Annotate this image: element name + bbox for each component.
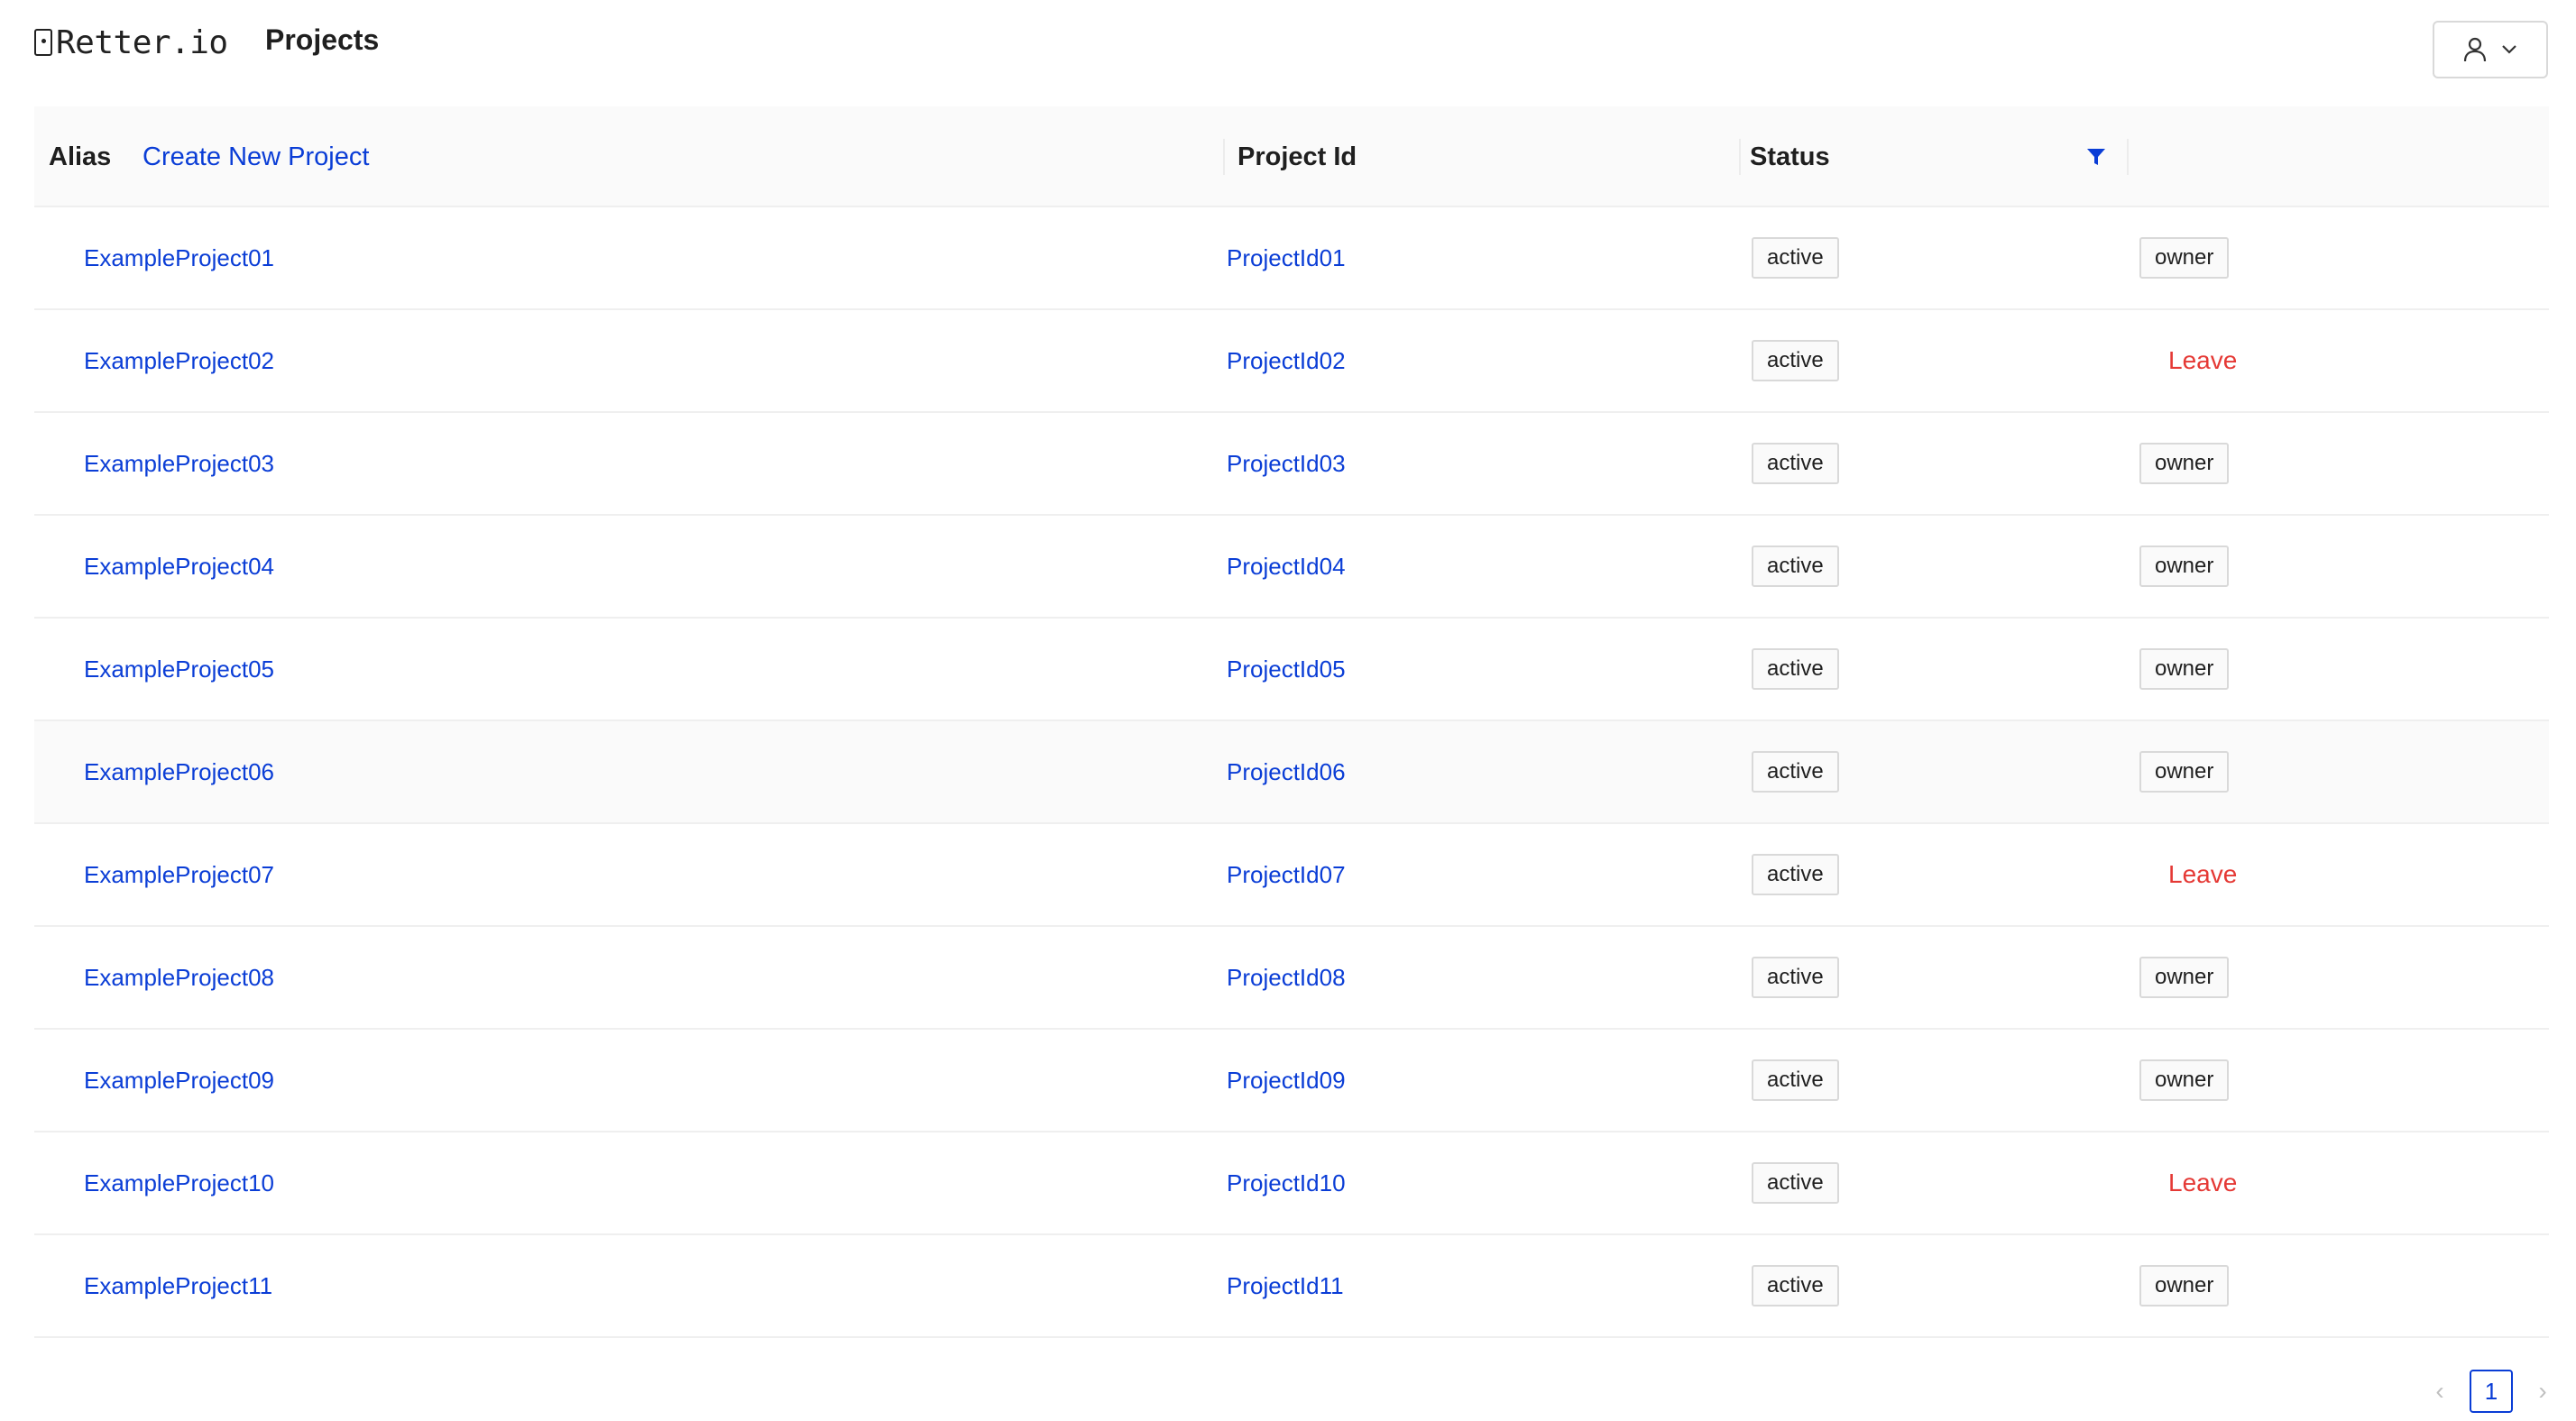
status-badge: active [1752, 1162, 1839, 1204]
role-cell: owner [2139, 413, 2230, 514]
status-cell: active [1752, 1132, 1839, 1233]
table-body: ExampleProject01 ProjectId01 active owner Ex… [34, 207, 2549, 1338]
leave-project-link[interactable]: Leave [2168, 824, 2237, 925]
role-badge: owner [2139, 237, 2230, 279]
create-new-project-link[interactable]: Create New Project [143, 106, 369, 207]
table-row: ExampleProject01 ProjectId01 active owner [34, 207, 2549, 310]
status-cell: active [1752, 927, 1839, 1028]
table-row: ExampleProject09 ProjectId09 active owner [34, 1030, 2549, 1132]
logo-text: Retter.io [56, 23, 228, 61]
status-badge: active [1752, 751, 1839, 793]
leave-project-link[interactable]: Leave [2168, 310, 2237, 411]
project-id-link[interactable]: ProjectId05 [1227, 619, 1346, 720]
project-alias-link[interactable]: ExampleProject09 [84, 1030, 274, 1131]
column-header-project-id: Project Id [1237, 142, 1357, 171]
pagination: ‹ 1 › [2426, 1369, 2556, 1414]
page-title: Projects [265, 23, 380, 56]
role-cell: owner [2139, 619, 2230, 720]
project-id-link[interactable]: ProjectId08 [1227, 927, 1346, 1028]
table-row: ExampleProject03 ProjectId03 active owner [34, 413, 2549, 516]
role-cell: owner [2139, 927, 2230, 1028]
project-alias-link[interactable]: ExampleProject05 [84, 619, 274, 720]
project-id-link[interactable]: ProjectId06 [1227, 721, 1346, 822]
status-cell: active [1752, 1235, 1839, 1336]
project-id-link[interactable]: ProjectId01 [1227, 207, 1346, 308]
role-badge: owner [2139, 957, 2230, 998]
role-cell: owner [2139, 516, 2230, 617]
project-alias-link[interactable]: ExampleProject11 [84, 1235, 272, 1336]
role-badge: owner [2139, 443, 2230, 484]
table-row: ExampleProject05 ProjectId05 active owner [34, 619, 2549, 721]
status-badge: active [1752, 1059, 1839, 1101]
status-cell: active [1752, 310, 1839, 411]
projects-table: Alias Create New Project Project Id Stat… [34, 106, 2549, 1338]
chevron-down-icon [2502, 45, 2516, 54]
column-divider [1223, 139, 1225, 175]
status-badge: active [1752, 957, 1839, 998]
status-cell: active [1752, 413, 1839, 514]
role-badge: owner [2139, 1059, 2230, 1101]
project-id-link[interactable]: ProjectId07 [1227, 824, 1346, 925]
table-row: ExampleProject06 ProjectId06 active owner [34, 721, 2549, 824]
role-badge: owner [2139, 545, 2230, 587]
project-alias-link[interactable]: ExampleProject02 [84, 310, 274, 411]
filter-icon[interactable] [2085, 146, 2107, 168]
chevron-left-icon[interactable]: ‹ [2426, 1377, 2453, 1406]
role-cell: owner [2139, 1030, 2230, 1131]
leave-project-link[interactable]: Leave [2168, 1132, 2237, 1233]
retter-logo-icon [34, 29, 52, 56]
column-header-alias: Alias [49, 142, 112, 171]
column-divider [1739, 139, 1741, 175]
table-header: Alias Create New Project Project Id Stat… [34, 106, 2549, 207]
status-badge: active [1752, 545, 1839, 587]
role-badge: owner [2139, 648, 2230, 690]
table-row: ExampleProject08 ProjectId08 active owner [34, 927, 2549, 1030]
top-bar: Retter.io Projects [0, 0, 2576, 99]
status-cell: active [1752, 207, 1839, 308]
table-row: ExampleProject11 ProjectId11 active owner [34, 1235, 2549, 1338]
status-badge: active [1752, 854, 1839, 895]
project-alias-link[interactable]: ExampleProject03 [84, 413, 274, 514]
project-alias-link[interactable]: ExampleProject04 [84, 516, 274, 617]
status-badge: active [1752, 443, 1839, 484]
role-badge: owner [2139, 1265, 2230, 1306]
role-badge: owner [2139, 751, 2230, 793]
column-divider [2127, 139, 2129, 175]
status-badge: active [1752, 237, 1839, 279]
project-id-link[interactable]: ProjectId10 [1227, 1132, 1346, 1233]
logo[interactable]: Retter.io [34, 20, 228, 65]
project-alias-link[interactable]: ExampleProject07 [84, 824, 274, 925]
project-id-link[interactable]: ProjectId02 [1227, 310, 1346, 411]
status-badge: active [1752, 340, 1839, 381]
user-icon [2463, 37, 2487, 62]
status-cell: active [1752, 619, 1839, 720]
status-cell: active [1752, 1030, 1839, 1131]
status-badge: active [1752, 1265, 1839, 1306]
role-cell: owner [2139, 207, 2230, 308]
chevron-right-icon[interactable]: › [2529, 1377, 2556, 1406]
project-id-link[interactable]: ProjectId04 [1227, 516, 1346, 617]
column-header-status: Status [1750, 142, 1830, 171]
table-row: ExampleProject02 ProjectId02 active Leave [34, 310, 2549, 413]
project-id-link[interactable]: ProjectId03 [1227, 413, 1346, 514]
role-cell: owner [2139, 1235, 2230, 1336]
project-alias-link[interactable]: ExampleProject01 [84, 207, 274, 308]
status-cell: active [1752, 516, 1839, 617]
role-cell: owner [2139, 721, 2230, 822]
status-cell: active [1752, 721, 1839, 822]
project-id-link[interactable]: ProjectId09 [1227, 1030, 1346, 1131]
project-alias-link[interactable]: ExampleProject06 [84, 721, 274, 822]
status-cell: active [1752, 824, 1839, 925]
user-menu-button[interactable] [2433, 21, 2548, 78]
table-row: ExampleProject04 ProjectId04 active owner [34, 516, 2549, 619]
project-alias-link[interactable]: ExampleProject10 [84, 1132, 274, 1233]
table-row: ExampleProject10 ProjectId10 active Leave [34, 1132, 2549, 1235]
project-alias-link[interactable]: ExampleProject08 [84, 927, 274, 1028]
project-id-link[interactable]: ProjectId11 [1227, 1235, 1344, 1336]
page-button-current[interactable]: 1 [2470, 1370, 2513, 1413]
table-row: ExampleProject07 ProjectId07 active Leave [34, 824, 2549, 927]
status-badge: active [1752, 648, 1839, 690]
